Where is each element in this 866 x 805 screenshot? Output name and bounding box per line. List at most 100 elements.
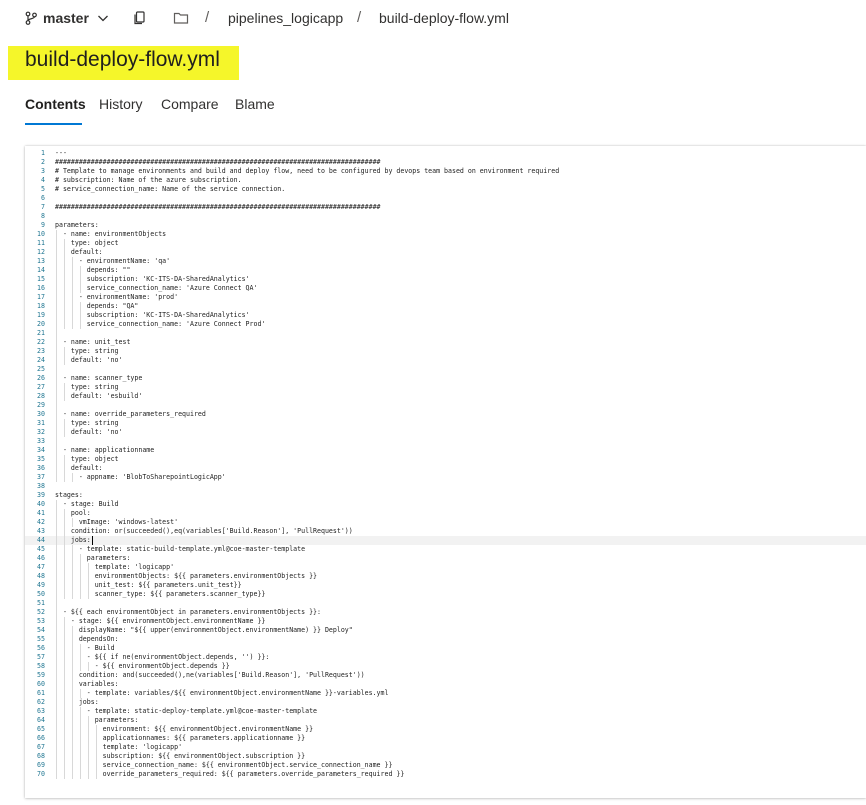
git-branch-icon — [25, 11, 37, 25]
line-number: 61 — [37, 689, 45, 697]
code-line: 20 service_connection_name: 'Azure Conne… — [25, 320, 866, 329]
folder-icon — [173, 12, 189, 24]
tab-blame[interactable]: Blame — [235, 96, 275, 112]
line-number: 8 — [41, 212, 45, 220]
code-line: 67 template: 'logicapp' — [25, 743, 866, 752]
line-number: 55 — [37, 635, 45, 643]
line-number: 63 — [37, 707, 45, 715]
code-line: 47 template: 'logicapp' — [25, 563, 866, 572]
breadcrumb-folder[interactable]: pipelines_logicapp — [228, 10, 343, 26]
code-line: 52 - ${{ each environmentObject in param… — [25, 608, 866, 617]
indent-guide — [71, 518, 73, 527]
line-number: 5 — [41, 185, 45, 193]
code-line: 45 - template: static-build-template.yml… — [25, 545, 866, 554]
code-line: 9 parameters: — [25, 221, 866, 230]
line-text: service_connection_name: 'Azure Connect … — [55, 284, 258, 292]
code-line: 32 default: 'no' — [25, 428, 866, 437]
line-text: default: — [55, 464, 103, 472]
line-number: 1 — [41, 149, 45, 157]
tab-history[interactable]: History — [99, 96, 143, 112]
line-number: 6 — [41, 194, 45, 202]
line-number: 68 — [37, 752, 45, 760]
indent-guide — [79, 302, 81, 329]
line-number: 32 — [37, 428, 45, 436]
line-number: 59 — [37, 671, 45, 679]
line-text: depends: "" — [55, 266, 131, 274]
code-line: 56 - Build — [25, 644, 866, 653]
indent-guide — [71, 257, 73, 329]
line-text: subscription: 'KC-ITS-DA-SharedAnalytics… — [55, 311, 250, 319]
line-number: 62 — [37, 698, 45, 706]
code-line: 68 subscription: ${{ environmentObject.s… — [25, 752, 866, 761]
line-number: 7 — [41, 203, 45, 211]
code-line: 43 condition: or(succeeded(),eq(variable… — [25, 527, 866, 536]
line-text: service_connection_name: ${{ environment… — [55, 761, 393, 769]
line-number: 20 — [37, 320, 45, 328]
indent-guide — [79, 554, 81, 599]
line-text: default: 'no' — [55, 356, 123, 364]
breadcrumb-file[interactable]: build-deploy-flow.yml — [379, 10, 509, 26]
code-line: 46 parameters: — [25, 554, 866, 563]
line-number: 57 — [37, 653, 45, 661]
line-text: vmImage: 'windows-latest' — [55, 518, 179, 526]
line-text: scanner_type: ${{ parameters.scanner_typ… — [55, 590, 266, 598]
line-number: 12 — [37, 248, 45, 256]
indent-guide — [79, 644, 81, 671]
code-line: 35 type: object — [25, 455, 866, 464]
code-line: 3 # Template to manage environments and b… — [25, 167, 866, 176]
line-text: stages: — [55, 491, 83, 499]
code-line: 40 - stage: Build — [25, 500, 866, 509]
line-number: 19 — [37, 311, 45, 319]
tab-compare[interactable]: Compare — [161, 96, 219, 112]
line-text: - template: static-build-template.yml@co… — [55, 545, 306, 553]
code-line: 37 - appname: 'BlobToSharepointLogicApp' — [25, 473, 866, 482]
indent-guide — [63, 455, 65, 482]
line-number: 48 — [37, 572, 45, 580]
copy-icon[interactable] — [132, 10, 148, 26]
line-number: 30 — [37, 410, 45, 418]
line-text: - environmentName: 'prod' — [55, 293, 179, 301]
line-number: 60 — [37, 680, 45, 688]
line-number: 43 — [37, 527, 45, 535]
code-line: 6 — [25, 194, 866, 203]
line-text: - name: unit_test — [55, 338, 131, 346]
code-line: 33 — [25, 437, 866, 446]
line-number: 53 — [37, 617, 45, 625]
line-number: 23 — [37, 347, 45, 355]
line-text: - name: applicationname — [55, 446, 155, 454]
tab-contents[interactable]: Contents — [25, 96, 86, 112]
indent-guide — [71, 626, 73, 779]
line-text: environmentObjects: ${{ parameters.envir… — [55, 572, 318, 580]
code-line: 11 type: object — [25, 239, 866, 248]
indent-guide — [71, 545, 73, 599]
line-text: - ${{ if ne(environmentObject.depends, '… — [55, 653, 270, 661]
line-text: - ${{ each environmentObject in paramete… — [55, 608, 321, 616]
line-number: 3 — [41, 167, 45, 175]
code-editor[interactable]: 1 --- 2 ###################################… — [25, 146, 866, 798]
branch-selector[interactable]: master — [24, 9, 109, 27]
indent-guide — [63, 383, 65, 401]
line-text: parameters: — [55, 716, 139, 724]
line-text: --- — [55, 149, 67, 157]
line-number: 44 — [37, 536, 45, 544]
code-line: 63 - template: static-deploy-template.ym… — [25, 707, 866, 716]
code-line: 7 #######################################… — [25, 203, 866, 212]
code-line: 13 - environmentName: 'qa' — [25, 257, 866, 266]
code-line: 15 subscription: 'KC-ITS-DA-SharedAnalyt… — [25, 275, 866, 284]
code-line: 49 unit_test: ${{ parameters.unit_test}} — [25, 581, 866, 590]
line-text: - template: variables/${{ environmentObj… — [55, 689, 389, 697]
line-text: - name: environmentObjects — [55, 230, 167, 238]
code-line: 8 — [25, 212, 866, 221]
line-text: - template: static-deploy-template.yml@c… — [55, 707, 318, 715]
code-line: 18 depends: "QA" — [25, 302, 866, 311]
code-line: 66 applicationnames: ${{ parameters.appl… — [25, 734, 866, 743]
code-line: 4 # subscription: Name of the azure subsc… — [25, 176, 866, 185]
line-text: default: 'no' — [55, 428, 123, 436]
line-number: 14 — [37, 266, 45, 274]
code-line: 19 subscription: 'KC-ITS-DA-SharedAnalyt… — [25, 311, 866, 320]
line-number: 37 — [37, 473, 45, 481]
line-number: 4 — [41, 176, 45, 184]
line-text: displayName: "${{ upper(environmentObjec… — [55, 626, 353, 634]
line-number: 11 — [37, 239, 45, 247]
line-number: 69 — [37, 761, 45, 769]
